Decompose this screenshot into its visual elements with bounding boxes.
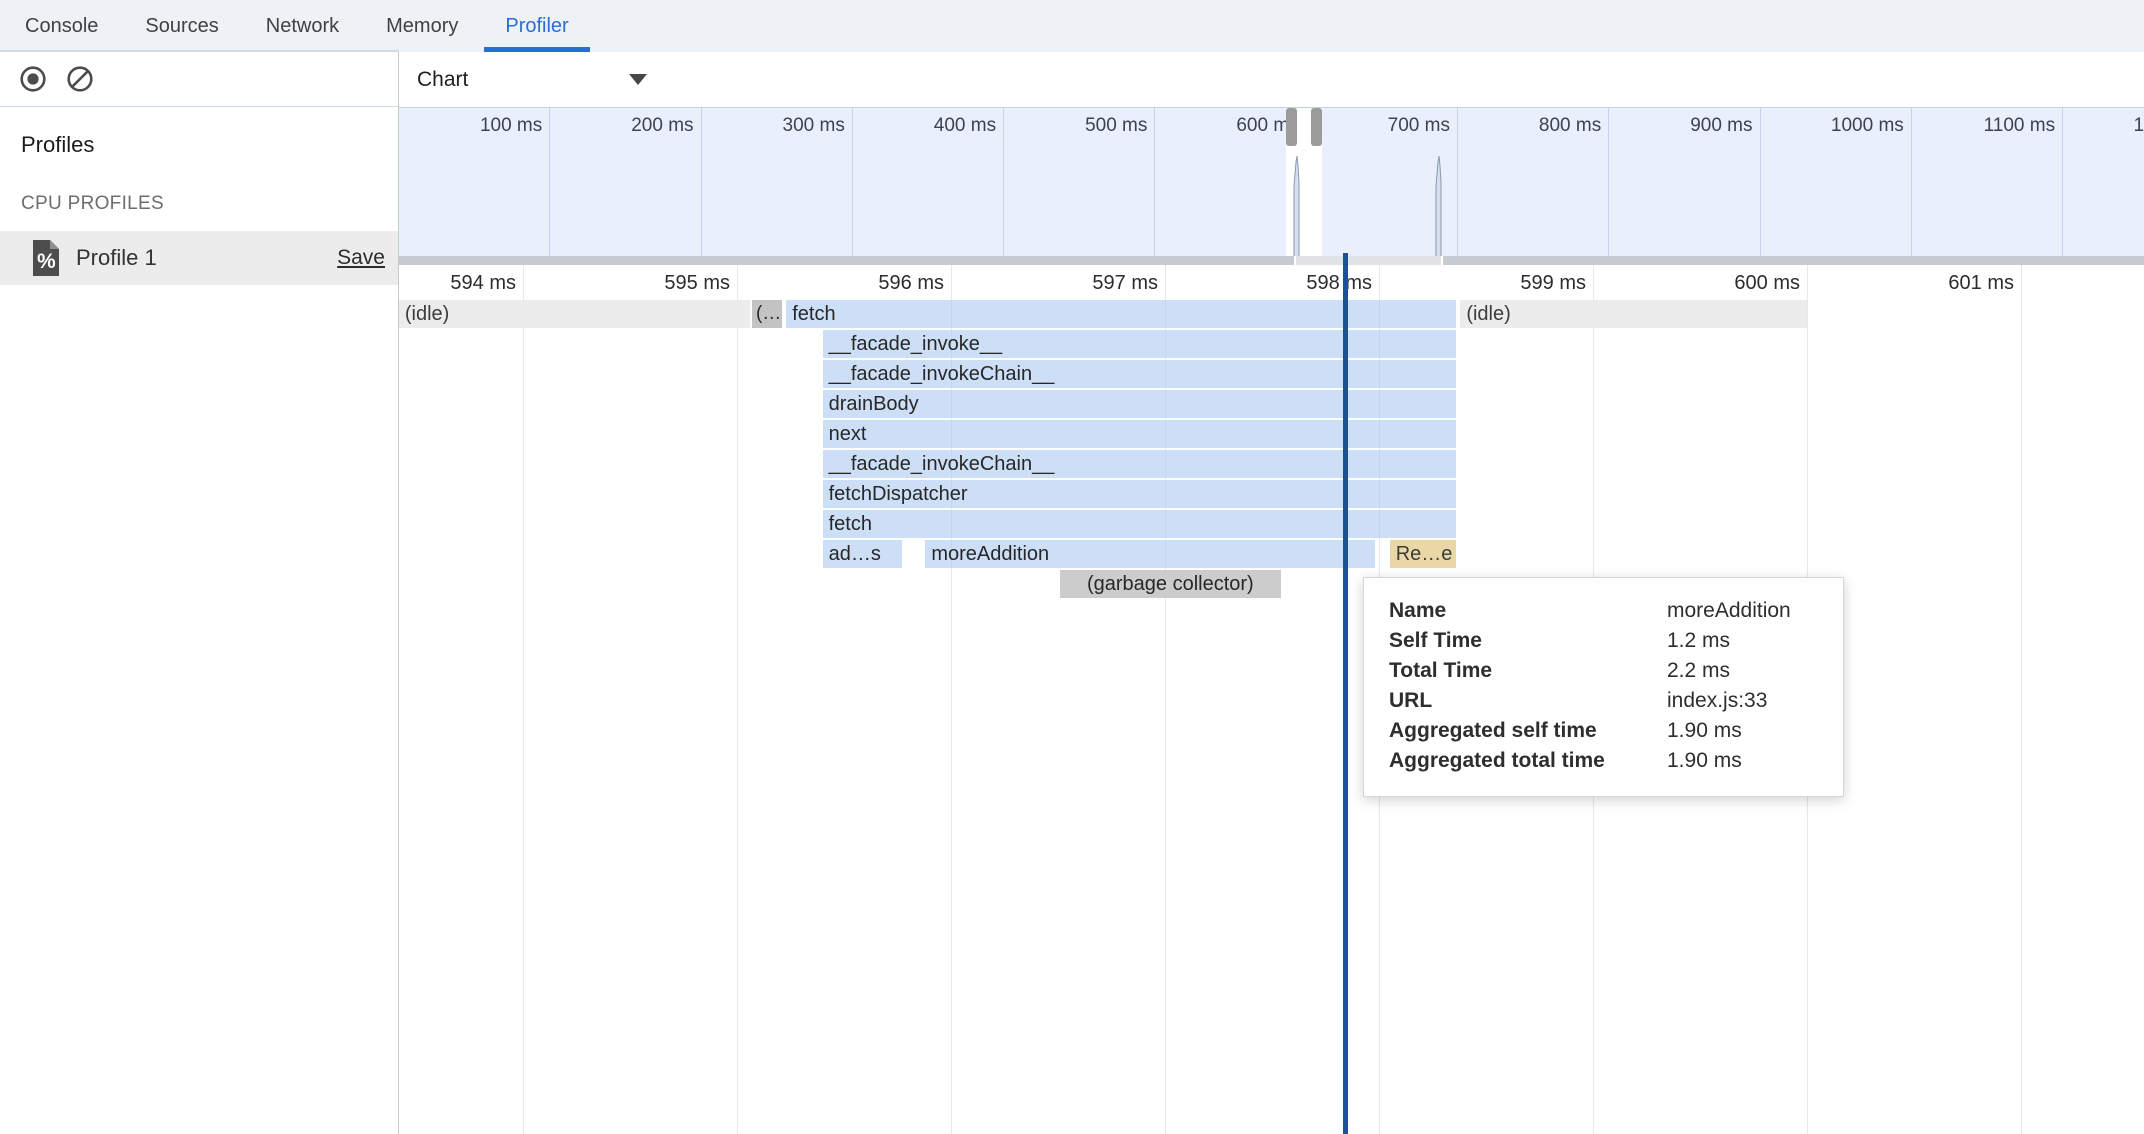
flame-frame[interactable]: next xyxy=(823,420,1456,448)
flame-chart[interactable]: 594 ms 595 ms 596 ms 597 ms 598 ms 599 ms 600 … xyxy=(399,265,2144,1134)
flame-frame[interactable]: (idle) xyxy=(1460,300,1807,328)
ruler-tick-label: 598 ms xyxy=(1252,272,1372,295)
devtools-window: Console Sources Network Memory Profiler … xyxy=(0,0,2144,1134)
profile-document-icon: % xyxy=(30,238,62,278)
ruler-tick-label: 600 ms xyxy=(1680,272,1800,295)
flame-frame[interactable]: fetch xyxy=(786,300,1456,328)
svg-text:%: % xyxy=(37,250,56,273)
overview-tick-line xyxy=(852,108,853,256)
overview-tick-label: 600 ms xyxy=(1189,115,1299,137)
flame-frame[interactable]: __facade_invokeChain__ xyxy=(823,450,1456,478)
tooltip-value: 1.90 ms xyxy=(1667,749,1742,773)
ruler-tick-label: 601 ms xyxy=(1894,272,2014,295)
ruler-tick-line xyxy=(2021,265,2022,1134)
overview-tick-label: 100 ms xyxy=(432,115,542,137)
overview-tick-label: 400 ms xyxy=(886,115,996,137)
flame-frame[interactable]: (garbage collector) xyxy=(1060,570,1280,598)
tab-memory[interactable]: Memory xyxy=(365,0,479,52)
overview-scroll-thumb[interactable] xyxy=(1294,256,1443,265)
flame-frame[interactable]: __facade_invokeChain__ xyxy=(823,360,1456,388)
tooltip-value: moreAddition xyxy=(1667,599,1791,623)
profile-list-item[interactable]: % Profile 1 Save xyxy=(0,231,398,285)
tooltip-label: URL xyxy=(1389,689,1667,713)
tooltip-value: 1.90 ms xyxy=(1667,719,1742,743)
ruler-tick-label: 599 ms xyxy=(1466,272,1586,295)
tooltip-value: 2.2 ms xyxy=(1667,659,1730,683)
overview-tick-line xyxy=(549,108,550,256)
overview-tick-line xyxy=(1911,108,1912,256)
overview-tick-label: 900 ms xyxy=(1643,115,1753,137)
tooltip-value: index.js:33 xyxy=(1667,689,1767,713)
cpu-activity-spike xyxy=(1292,156,1302,256)
tooltip-label: Self Time xyxy=(1389,629,1667,653)
profiles-title: Profiles xyxy=(21,132,94,158)
ruler-tick-label: 596 ms xyxy=(824,272,944,295)
overview-tick-label: 1100 ms xyxy=(1945,115,2055,137)
overview-scroll-indicator[interactable] xyxy=(399,256,2144,265)
tooltip-label: Aggregated self time xyxy=(1389,719,1667,743)
ruler-tick-label: 595 ms xyxy=(610,272,730,295)
overview-tick-line xyxy=(1003,108,1004,256)
selection-handle-left[interactable] xyxy=(1286,108,1297,146)
profiles-sidebar: Profiles CPU PROFILES % Profile 1 Save xyxy=(0,52,399,1134)
overview-tick-line xyxy=(1608,108,1609,256)
flame-frame[interactable]: Re…e xyxy=(1390,540,1456,568)
flame-frame[interactable]: (idle) xyxy=(399,300,750,328)
flame-frame[interactable]: drainBody xyxy=(823,390,1456,418)
tab-network[interactable]: Network xyxy=(245,0,360,52)
overview-tick-line xyxy=(2062,108,2063,256)
frame-tooltip: NamemoreAddition Self Time1.2 ms Total T… xyxy=(1363,577,1844,797)
view-mode-value: Chart xyxy=(417,68,468,92)
overview-tick-line xyxy=(1154,108,1155,256)
flame-frame[interactable]: moreAddition xyxy=(925,540,1374,568)
flame-frame[interactable]: fetchDispatcher xyxy=(823,480,1456,508)
tab-profiler[interactable]: Profiler xyxy=(484,0,589,52)
view-mode-dropdown[interactable]: Chart xyxy=(417,52,647,107)
tooltip-label: Name xyxy=(1389,599,1667,623)
cpu-profiles-heading: CPU PROFILES xyxy=(21,193,164,215)
cpu-activity-spike xyxy=(1434,156,1444,256)
overview-tick-line xyxy=(1457,108,1458,256)
profile-name: Profile 1 xyxy=(76,245,157,271)
save-profile-link[interactable]: Save xyxy=(337,246,385,270)
overview-tick-label: 1200 ms xyxy=(2096,115,2144,137)
flame-frame[interactable]: ad…s xyxy=(823,540,902,568)
time-marker-line[interactable] xyxy=(1343,253,1348,1134)
overview-tick-label: 500 ms xyxy=(1037,115,1147,137)
profiler-toolbar: Chart xyxy=(399,52,2144,107)
overview-tick-label: 300 ms xyxy=(735,115,845,137)
flame-frame[interactable]: (… xyxy=(752,300,782,328)
selection-handle-right[interactable] xyxy=(1311,108,1322,146)
record-icon[interactable] xyxy=(19,65,47,93)
ruler-tick-line xyxy=(523,265,524,1134)
tab-console[interactable]: Console xyxy=(4,0,119,52)
tooltip-label: Aggregated total time xyxy=(1389,749,1667,773)
flame-frame[interactable]: __facade_invoke__ xyxy=(823,330,1456,358)
flame-frame[interactable]: fetch xyxy=(823,510,1456,538)
overview-tick-line xyxy=(1760,108,1761,256)
triangle-down-icon xyxy=(629,74,647,85)
sidebar-toolbar xyxy=(0,52,398,107)
ruler-tick-label: 594 ms xyxy=(399,272,516,295)
overview-tick-label: 700 ms xyxy=(1340,115,1450,137)
ruler-tick-label: 597 ms xyxy=(1038,272,1158,295)
overview-tick-label: 1000 ms xyxy=(1794,115,1904,137)
tab-bar: Console Sources Network Memory Profiler xyxy=(0,0,2144,52)
timeline-overview[interactable]: 100 ms 200 ms 300 ms 400 ms 500 ms 600 ms 700 … xyxy=(399,107,2144,256)
overview-tick-label: 200 ms xyxy=(584,115,694,137)
overview-tick-label: 800 ms xyxy=(1491,115,1601,137)
clear-icon[interactable] xyxy=(66,65,94,93)
tooltip-label: Total Time xyxy=(1389,659,1667,683)
tooltip-value: 1.2 ms xyxy=(1667,629,1730,653)
tab-sources[interactable]: Sources xyxy=(124,0,239,52)
overview-tick-line xyxy=(701,108,702,256)
ruler-tick-line xyxy=(737,265,738,1134)
